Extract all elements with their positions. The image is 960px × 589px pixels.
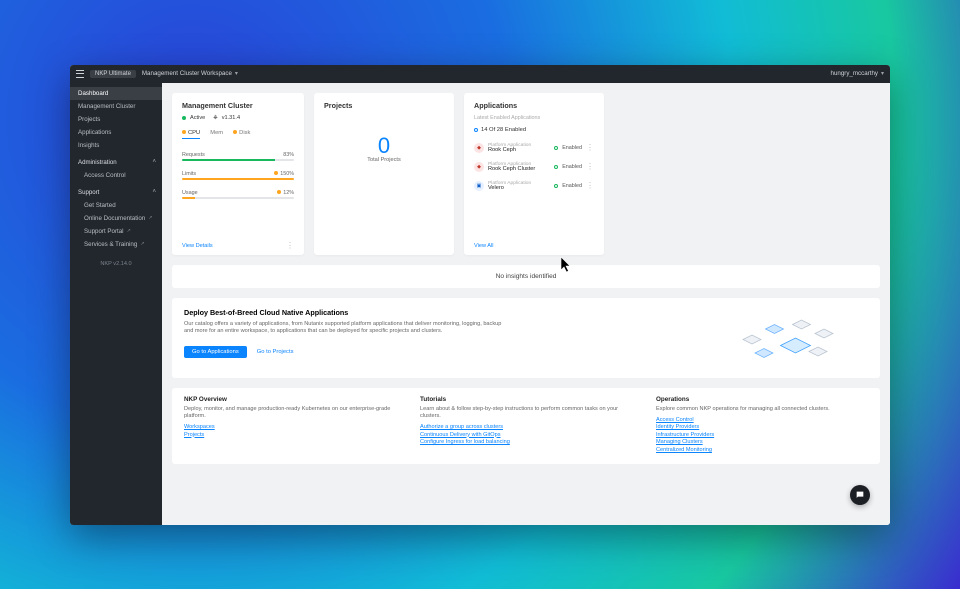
- tab-mem[interactable]: Mem: [210, 130, 223, 139]
- link-identity-providers[interactable]: Identity Providers: [656, 424, 868, 430]
- tab-cpu[interactable]: CPU: [182, 130, 200, 139]
- col-desc: Explore common NKP operations for managi…: [656, 406, 868, 413]
- app-row-velero[interactable]: ▣ Platform Application Velero Enabled ⋮: [474, 181, 594, 192]
- app-icon-ceph: ◆: [474, 143, 484, 153]
- sidebar-item-applications[interactable]: Applications: [70, 126, 162, 139]
- section-label: Support: [78, 189, 99, 196]
- link-projects[interactable]: Projects: [184, 432, 396, 438]
- sidebar-item-access-control[interactable]: Access Control: [70, 169, 162, 182]
- card-applications: Applications Latest Enabled Applications…: [464, 93, 604, 255]
- sidebar-item-management-cluster[interactable]: Management Cluster: [70, 100, 162, 113]
- link-centralized-monitoring[interactable]: Centralized Monitoring: [656, 447, 868, 453]
- kebab-menu-icon[interactable]: ⋮: [586, 184, 594, 188]
- card-subtitle: Latest Enabled Applications: [474, 115, 594, 121]
- link-access-control[interactable]: Access Control: [656, 417, 868, 423]
- link-workspaces[interactable]: Workspaces: [184, 424, 396, 430]
- external-link-icon: ↗: [140, 241, 144, 247]
- status-enabled-icon: [554, 184, 558, 188]
- apps-enabled-summary: 14 Of 28 Enabled: [474, 127, 594, 133]
- col-desc: Learn about & follow step-by-step instru…: [420, 406, 632, 421]
- sidebar-item-dashboard[interactable]: Dashboard: [70, 87, 162, 100]
- status-circle-icon: [474, 128, 478, 132]
- card-title: Management Cluster: [182, 101, 294, 110]
- link-managing-clusters[interactable]: Managing Clusters: [656, 439, 868, 445]
- external-link-icon: ↗: [127, 228, 131, 234]
- view-details-link[interactable]: View Details: [182, 243, 213, 249]
- sidebar-item-get-started[interactable]: Get Started: [70, 199, 162, 212]
- status-label: Active: [190, 115, 205, 121]
- card-deploy-apps: Deploy Best-of-Breed Cloud Native Applic…: [172, 298, 880, 378]
- card-title: Projects: [324, 101, 352, 110]
- sidebar-section-support[interactable]: Support ˄: [70, 182, 162, 199]
- deploy-desc: Our catalog offers a variety of applicat…: [184, 321, 504, 336]
- insights-empty-state: No insights identified: [172, 265, 880, 288]
- view-all-link[interactable]: View All: [474, 243, 494, 249]
- topbar: NKP Ultimate Management Cluster Workspac…: [70, 65, 890, 83]
- user-menu[interactable]: hungry_mccarthy ▾: [831, 70, 884, 77]
- sidebar-item-insights[interactable]: Insights: [70, 139, 162, 152]
- footer-col-overview: NKP Overview Deploy, monitor, and manage…: [184, 396, 396, 455]
- sidebar: Dashboard Management Cluster Projects Ap…: [70, 83, 162, 525]
- app-icon-velero: ▣: [474, 181, 484, 191]
- k8s-version: v1.31.4: [222, 115, 240, 121]
- product-badge: NKP Ultimate: [90, 70, 136, 78]
- go-to-projects-link[interactable]: Go to Projects: [257, 349, 294, 355]
- section-label: Administration: [78, 159, 117, 166]
- kebab-menu-icon[interactable]: ⋮: [586, 146, 594, 150]
- sidebar-item-services-training[interactable]: Services & Training↗: [70, 238, 162, 251]
- main-content: Management Cluster Active ⎈ v1.31.4 CPU …: [162, 83, 890, 525]
- app-icon-ceph: ◆: [474, 162, 484, 172]
- version-label: NKP v2.14.0: [70, 261, 162, 267]
- menu-icon[interactable]: [76, 70, 84, 78]
- card-projects: Projects 0 Total Projects: [314, 93, 454, 255]
- col-title: NKP Overview: [184, 396, 396, 403]
- footer-columns: NKP Overview Deploy, monitor, and manage…: [172, 388, 880, 465]
- card-management-cluster: Management Cluster Active ⎈ v1.31.4 CPU …: [172, 93, 304, 255]
- link-cd-gitops[interactable]: Continuous Delivery with GitOps: [420, 432, 632, 438]
- kebab-menu-icon[interactable]: ⋮: [586, 165, 594, 169]
- workspace-selector[interactable]: Management Cluster Workspace ▾: [142, 70, 238, 77]
- col-desc: Deploy, monitor, and manage production-r…: [184, 406, 396, 421]
- link-authorize-group[interactable]: Authorize a group across clusters: [420, 424, 632, 430]
- app-row-rook-ceph[interactable]: ◆ Platform Application Rook Ceph Enabled…: [474, 143, 594, 154]
- app-row-rook-ceph-cluster[interactable]: ◆ Platform Application Rook Ceph Cluster…: [474, 162, 594, 173]
- row-limits: Limits150%: [182, 171, 294, 180]
- go-to-applications-button[interactable]: Go to Applications: [184, 346, 247, 358]
- sidebar-section-administration[interactable]: Administration ˄: [70, 152, 162, 169]
- row-usage: Usage12%: [182, 190, 294, 199]
- sidebar-item-support-portal[interactable]: Support Portal↗: [70, 225, 162, 238]
- sidebar-item-projects[interactable]: Projects: [70, 113, 162, 126]
- chat-fab[interactable]: [850, 485, 870, 505]
- col-title: Operations: [656, 396, 868, 403]
- user-label: hungry_mccarthy: [831, 70, 878, 77]
- deploy-illustration: [708, 308, 868, 368]
- link-infrastructure-providers[interactable]: Infrastructure Providers: [656, 432, 868, 438]
- sidebar-item-online-documentation[interactable]: Online Documentation↗: [70, 212, 162, 225]
- projects-total-caption: Total Projects: [367, 157, 401, 163]
- tab-disk[interactable]: Disk: [233, 130, 250, 139]
- chat-icon: [855, 490, 865, 500]
- footer-col-tutorials: Tutorials Learn about & follow step-by-s…: [420, 396, 632, 455]
- deploy-title: Deploy Best-of-Breed Cloud Native Applic…: [184, 308, 696, 317]
- k8s-version-icon: ⎈: [213, 115, 217, 122]
- kebab-menu-icon[interactable]: ⋮: [286, 244, 294, 248]
- row-requests: Requests83%: [182, 152, 294, 161]
- card-title: Applications: [474, 101, 594, 110]
- chevron-down-icon: ▾: [881, 70, 884, 77]
- footer-col-operations: Operations Explore common NKP operations…: [656, 396, 868, 455]
- status-enabled-icon: [554, 165, 558, 169]
- chevron-up-icon: ˄: [152, 159, 156, 165]
- workspace-label: Management Cluster Workspace: [142, 70, 232, 77]
- col-title: Tutorials: [420, 396, 632, 403]
- link-ingress-lb[interactable]: Configure Ingress for load balancing: [420, 439, 632, 445]
- chevron-up-icon: ˄: [152, 189, 156, 195]
- external-link-icon: ↗: [148, 215, 152, 221]
- status-dot-active: [182, 116, 186, 120]
- chevron-down-icon: ▾: [235, 70, 238, 77]
- status-enabled-icon: [554, 146, 558, 150]
- projects-total-value: 0: [378, 133, 390, 159]
